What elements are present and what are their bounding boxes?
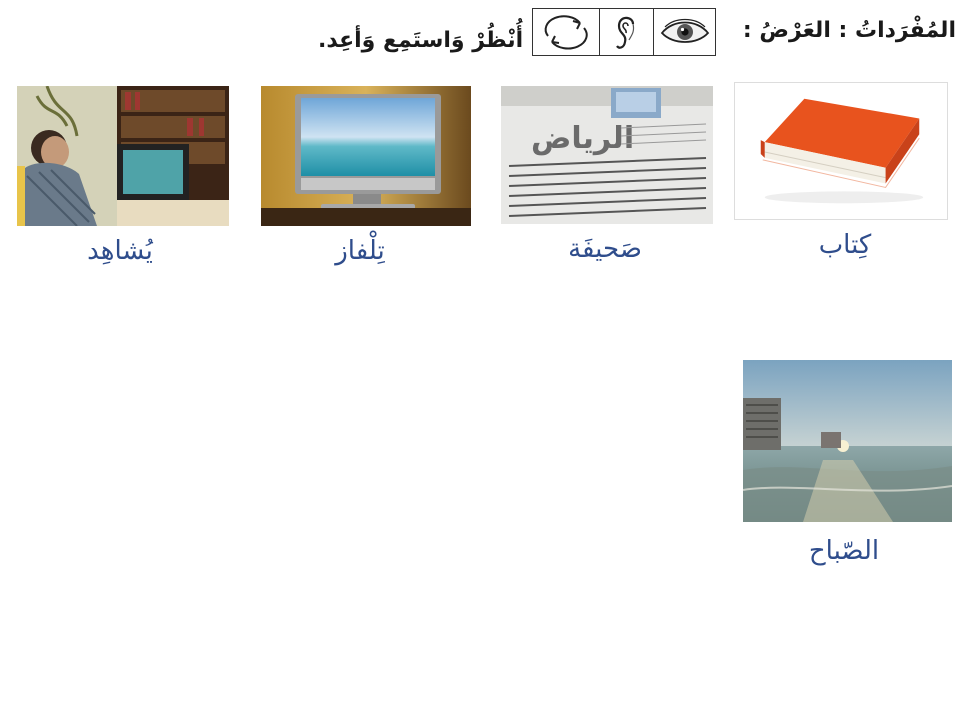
instruction-text: أُنْظُرْ وَاستَمِع وَأعِد. xyxy=(318,28,524,53)
activity-icons xyxy=(532,8,716,56)
word-television: تِلْفاز xyxy=(335,236,385,266)
book-image xyxy=(734,82,948,220)
word-morning: الصّباح xyxy=(808,536,880,566)
man-watching-tv-image xyxy=(17,86,229,226)
eye-icon xyxy=(653,9,715,55)
newspaper-masthead: الرياض xyxy=(531,121,634,156)
word-book: كِتاب xyxy=(818,230,872,260)
newspaper-image: الرياض xyxy=(501,86,713,224)
repeat-cycle-icon xyxy=(533,9,599,55)
television-image xyxy=(261,86,471,226)
word-newspaper: صَحيفَة xyxy=(568,234,642,264)
word-watches: يُشاهِد xyxy=(87,236,153,266)
beach-morning-image xyxy=(743,360,952,522)
section-title: المُفْرَداتُ : العَرْضُ : xyxy=(742,18,956,43)
ear-icon xyxy=(599,9,653,55)
